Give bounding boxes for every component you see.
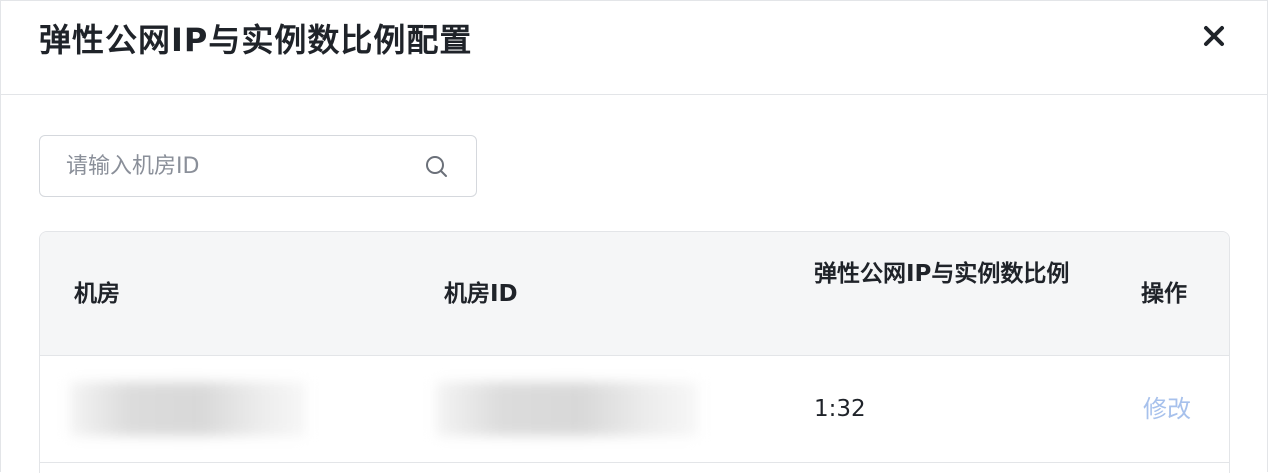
dialog-header: 弹性公网IP与实例数比例配置 (1, 1, 1267, 95)
search-icon[interactable] (424, 154, 450, 180)
room-name-redacted (70, 382, 306, 436)
ratio-config-dialog: 弹性公网IP与实例数比例配置 机房 机房ID 弹性公网IP与实例数比例 操作 1… (0, 0, 1268, 473)
close-button[interactable] (1199, 21, 1229, 51)
column-header-room-id: 机房ID (444, 281, 518, 307)
room-id-search (39, 135, 477, 197)
table-row: 1:32 修改 (40, 356, 1229, 463)
room-id-redacted (436, 382, 698, 436)
column-header-ratio: 弹性公网IP与实例数比例 (814, 261, 1070, 287)
table-header: 机房 机房ID 弹性公网IP与实例数比例 操作 (40, 232, 1229, 356)
column-header-room: 机房 (74, 281, 120, 307)
close-icon (1204, 26, 1224, 46)
edit-link[interactable]: 修改 (1143, 392, 1191, 426)
column-header-action: 操作 (1141, 281, 1187, 307)
dialog-title: 弹性公网IP与实例数比例配置 (39, 21, 473, 59)
ratio-cell: 1:32 (814, 396, 866, 422)
search-input[interactable] (40, 136, 410, 196)
ratio-table: 机房 机房ID 弹性公网IP与实例数比例 操作 1:32 修改 (39, 231, 1230, 473)
